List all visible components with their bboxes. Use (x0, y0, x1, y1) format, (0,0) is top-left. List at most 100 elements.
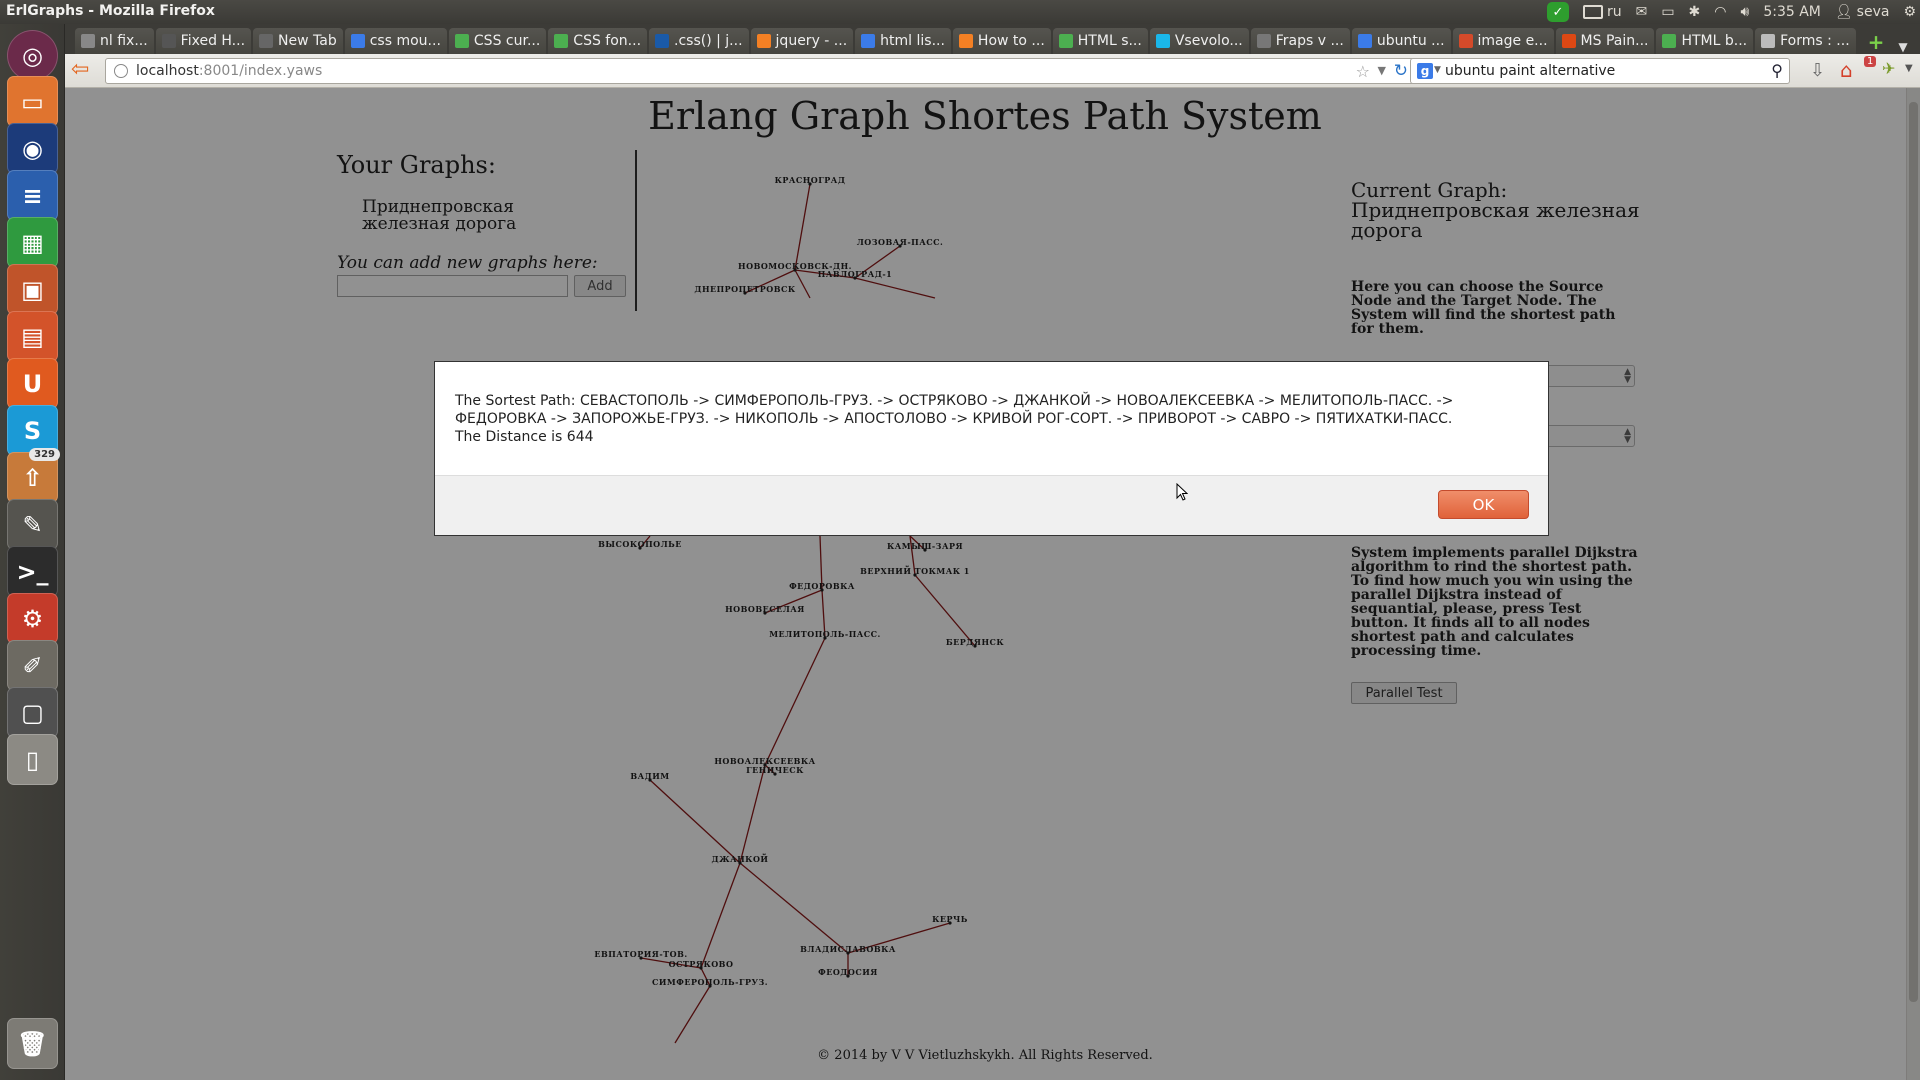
tab-icon (259, 34, 274, 48)
ubuntu-icon (1561, 34, 1576, 48)
google-icon (1357, 34, 1372, 48)
launcher: ◎ ▭ ◉ ≡ ▦ ▣ ▤ U S ⇧ 329 ✎ >_ ⚙ ✐ ▢ ▯ 🗑︎ (0, 24, 65, 1080)
google-icon[interactable]: g (1417, 63, 1433, 79)
stackoverflow-icon (756, 34, 771, 48)
w3schools-icon (1662, 34, 1677, 48)
addon-icon[interactable]: ✈ (1882, 59, 1895, 78)
user-indicator[interactable]: 👤︎ seva (1835, 4, 1890, 20)
browser-tab[interactable]: Forms : ... (1755, 28, 1856, 54)
tab-label: CSS fon... (573, 33, 642, 49)
browser-tab[interactable]: HTML b... (1656, 28, 1754, 54)
terminal-icon[interactable]: >_ (7, 546, 58, 597)
tab-label: ubuntu ... (1376, 33, 1445, 49)
user-name: seva (1856, 4, 1890, 20)
text-editor-icon[interactable]: ✎ (7, 499, 58, 550)
search-value: ubuntu paint alternative (1445, 63, 1616, 79)
impress-icon[interactable]: ▣ (7, 264, 58, 315)
software-center-icon[interactable]: ▤ (7, 311, 58, 362)
history-dropdown-icon[interactable]: ▼ (1378, 64, 1386, 77)
system-settings-icon[interactable]: ⚙ (7, 593, 58, 644)
ex-icon (1256, 34, 1271, 48)
tab-label: Forms : ... (1780, 33, 1850, 49)
web-page: Erlang Graph Shortes Path System Your Gr… (65, 88, 1920, 1080)
browser-tab[interactable]: Vsevolo... (1149, 28, 1249, 54)
notification-badge[interactable]: 1 (1864, 56, 1877, 67)
tab-bar: nl fix... Fixed H... New Tab css mou... CSS … (65, 24, 1920, 54)
tab-list-arrow-icon[interactable]: ▼ (1898, 40, 1907, 54)
trash-icon[interactable]: 🗑︎ (7, 1018, 58, 1069)
tab-label: jquery - ... (775, 33, 848, 49)
usb-drive-icon[interactable]: ▯ (7, 734, 58, 785)
browser-tab[interactable]: ubuntu ... (1351, 28, 1451, 54)
tab-label: html lis... (880, 33, 945, 49)
browser-tab[interactable]: HTML s... (1052, 28, 1148, 54)
bookmark-star-icon[interactable]: ☆ (1356, 62, 1370, 81)
writer-icon[interactable]: ≡ (7, 170, 58, 221)
dialog-distance: The Distance is 644 (455, 429, 594, 445)
browser-tab[interactable]: Fixed H... (155, 28, 252, 54)
volume-icon[interactable]: 🔊︎ (1741, 4, 1750, 20)
browser-tab[interactable]: CSS cur... (448, 28, 547, 54)
gear-icon[interactable]: ⚙ (1903, 4, 1916, 20)
browser-tab[interactable]: CSS fon... (548, 28, 648, 54)
download-icon[interactable]: ⇩ (1810, 60, 1825, 81)
search-bar[interactable]: g ▼ ubuntu paint alternative ⚲ (1410, 58, 1790, 84)
tab-label: New Tab (278, 33, 337, 49)
w3schools-icon (1058, 34, 1073, 48)
globe-icon (114, 64, 128, 78)
workspaces-icon[interactable]: ▢ (7, 687, 58, 738)
clock[interactable]: 5:35 AM (1763, 4, 1821, 20)
search-icon[interactable]: ⚲ (1771, 61, 1783, 80)
mouse-cursor-icon (1176, 483, 1188, 501)
modal-overlay (65, 88, 1920, 1080)
tab-icon (81, 34, 95, 48)
browser-tab[interactable]: .css() | j... (649, 28, 749, 54)
url-bar[interactable]: localhost:8001/index.yaws ☆ ▼ ↻ (105, 58, 1415, 84)
browser-tab[interactable]: image e... (1452, 28, 1554, 54)
calc-icon[interactable]: ▦ (7, 217, 58, 268)
firefox-icon[interactable]: ◉ (7, 123, 58, 174)
search-engine-dropdown-icon[interactable]: ▼ (1434, 65, 1441, 75)
browser-tab[interactable]: css mou... (344, 28, 447, 54)
dialog-message-line: ФЕДОРОВКА -> ЗАПОРОЖЬЕ-ГРУЗ. -> НИКОПОЛЬ… (455, 411, 1453, 427)
dash-home-icon[interactable]: ◎ (7, 30, 58, 81)
tab-label: Fraps v ... (1275, 33, 1344, 49)
tab-label: nl fix... (100, 33, 148, 49)
browser-tab[interactable]: jquery - ... (750, 28, 854, 54)
keyboard-layout: ru (1606, 4, 1622, 20)
navigation-bar: ⇦ localhost:8001/index.yaws ☆ ▼ ↻ g ▼ ub… (65, 54, 1920, 88)
window-title: ErlGraphs - Mozilla Firefox (6, 3, 215, 19)
update-manager-icon[interactable]: ⇧ 329 (7, 448, 60, 503)
tab-label: HTML b... (1681, 33, 1748, 49)
files-icon[interactable]: ▭ (7, 76, 58, 127)
mail-icon[interactable]: ✉ (1636, 4, 1648, 20)
user-icon: 👤︎ (1834, 4, 1853, 20)
keyboard-indicator[interactable]: ru (1582, 4, 1622, 20)
browser-tab[interactable]: Fraps v ... (1250, 28, 1350, 54)
ubuntu-one-icon[interactable]: U (7, 358, 58, 409)
tab-label: Fixed H... (180, 33, 246, 49)
tab-label: Vsevolo... (1174, 33, 1243, 49)
keyboard-icon (1582, 5, 1603, 19)
browser-tab[interactable]: New Tab (253, 28, 343, 54)
browser-tab[interactable]: MS Pain... (1555, 28, 1655, 54)
stackoverflow-icon (958, 34, 973, 48)
back-arrow-icon[interactable]: ⇦ (71, 59, 95, 83)
update-badge: 329 (29, 448, 60, 461)
messaging-icon[interactable]: ✓ (1546, 2, 1569, 22)
google-icon (350, 34, 365, 48)
browser-tab[interactable]: How to ... (952, 28, 1051, 54)
new-tab-plus-icon[interactable]: + (1868, 30, 1885, 54)
browser-tab[interactable]: nl fix... (75, 28, 154, 54)
wifi-icon[interactable]: ◠ (1714, 4, 1726, 20)
bluetooth-icon[interactable]: ✱ (1689, 4, 1701, 20)
menu-arrow-icon[interactable]: ▼ (1905, 63, 1913, 74)
reload-icon[interactable]: ↻ (1394, 61, 1408, 81)
home-icon[interactable]: ⌂ (1840, 58, 1853, 82)
dialog-footer: OK (435, 475, 1548, 535)
battery-icon[interactable]: ▭ (1661, 4, 1674, 20)
paint-icon[interactable]: ✐ (7, 640, 58, 691)
ok-button[interactable]: OK (1438, 490, 1529, 519)
tab-label: .css() | j... (674, 33, 743, 49)
browser-tab[interactable]: html lis... (855, 28, 951, 54)
